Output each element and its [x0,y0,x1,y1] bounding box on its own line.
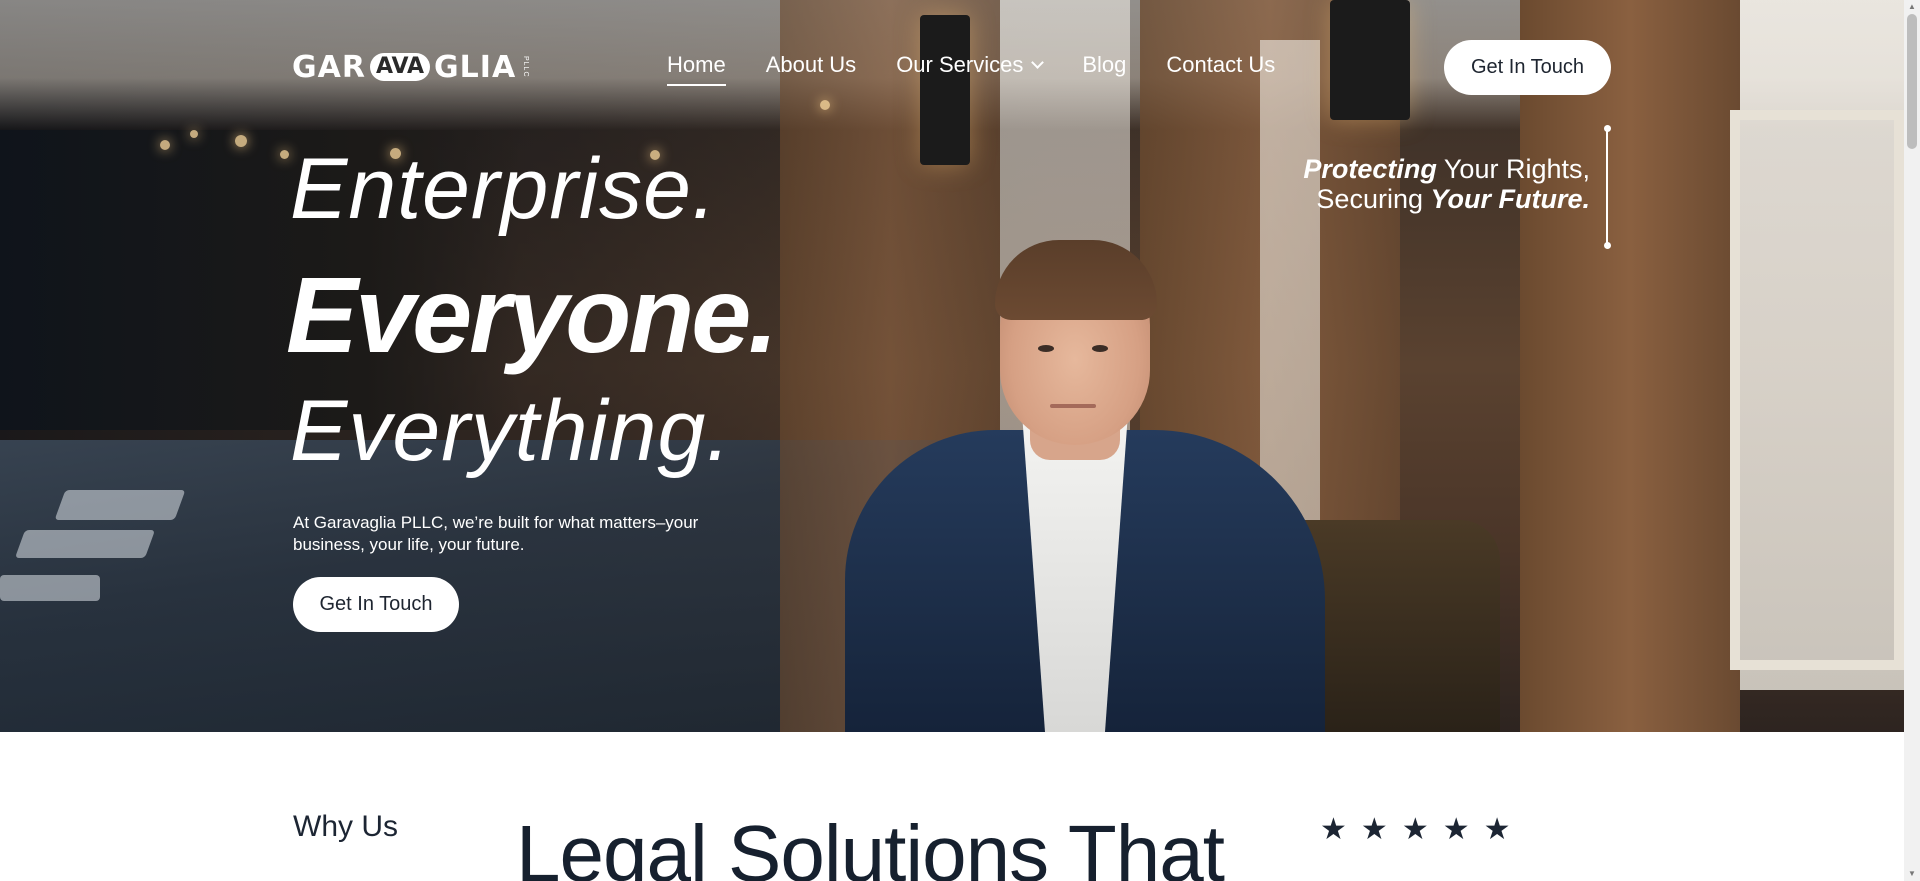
rating-stars: ★ ★ ★ ★ ★ [1320,812,1511,847]
nav-contact-label: Contact Us [1166,52,1276,77]
tagline-bold-1: Protecting [1303,154,1437,184]
hero-headline-enterprise: Enterprise. [290,141,717,237]
nav-blog[interactable]: Blog [1082,52,1126,78]
light-bokeh [190,130,198,138]
star-icon: ★ [1442,812,1470,847]
tagline-dot [1604,242,1611,249]
floor-light [14,530,156,558]
scroll-up-arrow-icon[interactable]: ▲ [1907,2,1917,12]
tagline-rest-1: Your Rights, [1436,154,1590,184]
floor-light [54,490,186,520]
wood-panel [1520,0,1740,732]
tagline-rest-2: Securing [1316,184,1431,214]
star-icon: ★ [1360,812,1388,847]
logo-text-box: AVA [369,53,431,81]
light-bokeh [280,150,289,159]
hero-subtitle: At Garavaglia PLLC, we’re built for what… [293,513,699,554]
get-in-touch-nav-button[interactable]: Get In Touch [1444,40,1611,95]
hero-headline-everyone: Everyone. [286,254,778,375]
logo-text-right: GLIA [434,49,517,85]
logo-text-left: GAR [292,49,366,85]
main-nav: Home About Us Our Services Blog Contact … [667,52,1315,86]
hero-tagline: Protecting Your Rights, Securing Your Fu… [1303,154,1590,214]
nav-services[interactable]: Our Services [896,52,1045,78]
nav-services-label: Our Services [896,52,1024,77]
scroll-down-arrow-icon[interactable]: ▼ [1907,869,1917,879]
tagline-dot [1604,125,1611,132]
star-icon: ★ [1401,812,1429,847]
window-frame [1730,110,1904,670]
tagline-divider [1606,128,1608,246]
hero-headline-everything: Everything. [290,383,732,479]
star-icon: ★ [1320,812,1347,847]
star-icon: ★ [1483,812,1511,847]
scrollbar-thumb[interactable] [1907,14,1917,149]
why-us-label: Why Us [293,810,398,843]
nav-contact[interactable]: Contact Us [1166,52,1275,78]
logo-sub: PLLC [522,56,530,78]
section-title: Legal Solutions That [516,809,1225,881]
logo[interactable]: GAR AVA GLIA PLLC [292,49,530,85]
get-in-touch-hero-button[interactable]: Get In Touch [293,577,459,632]
man-eye [1092,345,1108,352]
chevron-down-icon [1031,55,1045,69]
tagline-bold-2: Your Future. [1430,184,1591,214]
tagline-line-1: Protecting Your Rights, [1303,154,1590,184]
floor-light [0,575,100,601]
man-eye [1038,345,1054,352]
light-bokeh [820,100,830,110]
nav-home[interactable]: Home [667,52,726,86]
nav-about[interactable]: About Us [766,52,857,78]
tagline-line-2: Securing Your Future. [1303,184,1590,214]
man-mouth [1050,404,1096,408]
wall-lamp [1330,0,1410,120]
light-bokeh [160,140,170,150]
nav-home-label: Home [667,52,726,77]
nav-blog-label: Blog [1082,52,1127,77]
nav-about-label: About Us [765,52,857,77]
light-bokeh [235,135,247,147]
wall-lamp [920,15,970,165]
